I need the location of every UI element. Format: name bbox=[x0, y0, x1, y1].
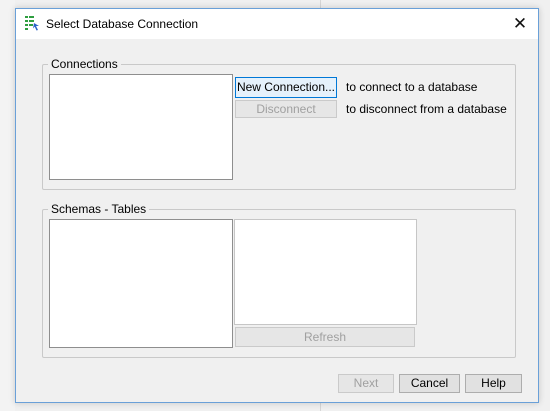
cancel-button[interactable]: Cancel bbox=[399, 374, 460, 393]
disconnect-button[interactable]: Disconnect bbox=[235, 100, 337, 118]
background-window-edge bbox=[0, 0, 15, 411]
connections-list[interactable] bbox=[49, 74, 233, 180]
new-connection-button[interactable]: New Connection... bbox=[235, 77, 337, 98]
schemas-list[interactable] bbox=[49, 219, 233, 348]
refresh-button[interactable]: Refresh bbox=[235, 327, 415, 347]
new-connection-hint: to connect to a database bbox=[346, 80, 478, 94]
schemas-tables-group-label: Schemas - Tables bbox=[48, 202, 150, 216]
connections-group: Connections New Connection... to connect… bbox=[42, 57, 516, 190]
connections-group-label: Connections bbox=[48, 57, 121, 71]
next-button[interactable]: Next bbox=[338, 374, 394, 393]
window-title: Select Database Connection bbox=[46, 17, 199, 31]
database-connection-icon bbox=[24, 15, 40, 31]
select-database-connection-dialog: Select Database Connection ✕ Connections… bbox=[15, 8, 539, 403]
title-bar[interactable]: Select Database Connection ✕ bbox=[16, 9, 538, 39]
help-button[interactable]: Help bbox=[465, 374, 522, 393]
close-button[interactable]: ✕ bbox=[510, 14, 530, 34]
tables-list[interactable] bbox=[234, 219, 417, 325]
disconnect-hint: to disconnect from a database bbox=[346, 102, 507, 116]
schemas-tables-group: Schemas - Tables Refresh bbox=[42, 202, 516, 358]
